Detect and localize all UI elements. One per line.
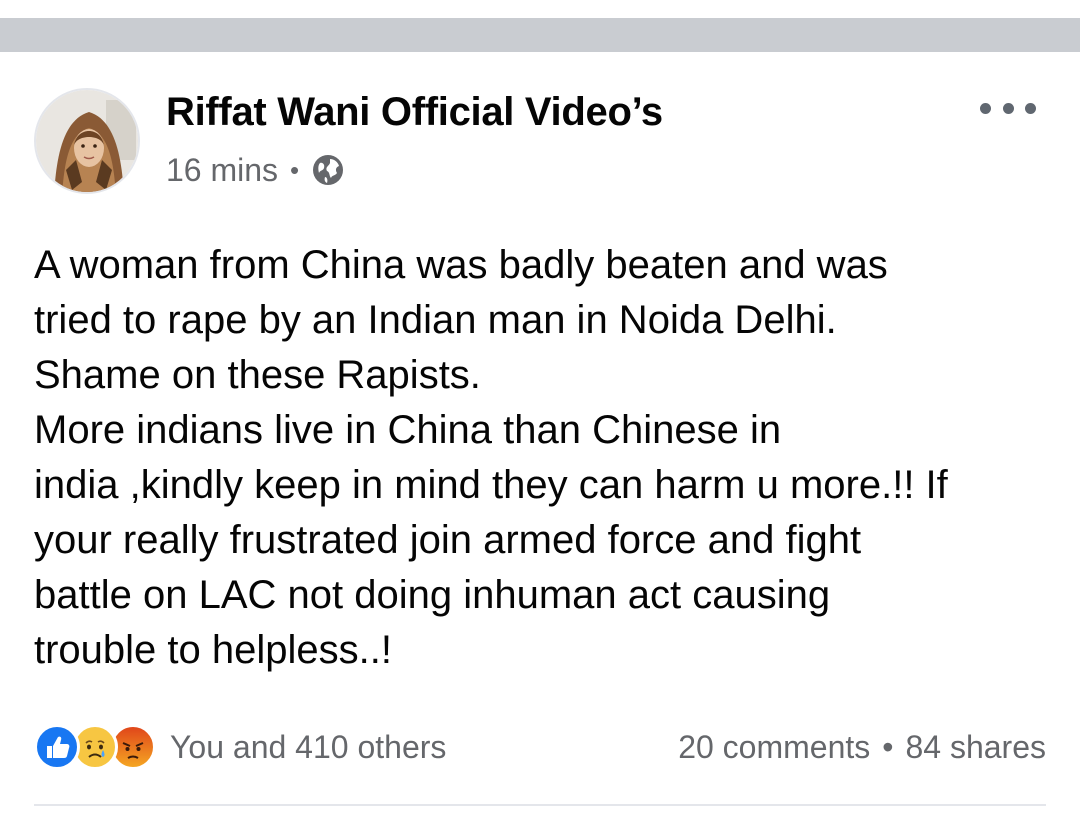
globe-icon[interactable] <box>311 153 345 187</box>
feed-separator <box>0 18 1080 52</box>
status-area <box>0 0 1080 18</box>
post-text-line: More indians live in China than Chinese … <box>34 408 782 452</box>
post-text-line: tried to rape by an Indian man in Noida … <box>34 298 837 342</box>
like-reaction-icon <box>34 724 80 770</box>
avatar-image <box>36 90 138 192</box>
post-body-text: A woman from China was badly beaten and … <box>34 238 1054 678</box>
post-text-line: battle on LAC not doing inhuman act caus… <box>34 573 831 617</box>
comments-count[interactable]: 20 comments <box>678 729 870 766</box>
post-text-line: your really frustrated join armed force … <box>34 518 862 562</box>
reactions-summary[interactable]: You and 410 others <box>34 722 446 772</box>
post-footer-divider <box>34 804 1046 806</box>
more-dot <box>1025 102 1036 114</box>
post-author-name[interactable]: Riffat Wani Official Video’s <box>166 90 663 135</box>
reaction-count[interactable]: You and 410 others <box>170 729 446 766</box>
engagement-stats: 20 comments • 84 shares <box>678 722 1046 772</box>
stats-separator: • <box>882 728 894 765</box>
post-meta: 16 mins • <box>166 150 345 190</box>
post-text-line: Shame on these Rapists. <box>34 353 481 397</box>
feed-post: Riffat Wani Official Video’s 16 mins • A… <box>0 52 1080 817</box>
post-text-line: india ,kindly keep in mind they can harm… <box>34 463 948 507</box>
more-dot <box>980 102 991 114</box>
post-text-line: A woman from China was badly beaten and … <box>34 243 888 287</box>
meta-separator: • <box>290 155 300 185</box>
post-timestamp[interactable]: 16 mins <box>166 152 278 189</box>
reaction-icons <box>34 724 156 770</box>
post-text-line: trouble to helpless..! <box>34 628 392 672</box>
shares-count[interactable]: 84 shares <box>905 729 1046 766</box>
avatar[interactable] <box>34 88 140 194</box>
more-dot <box>1002 102 1014 114</box>
more-options-button[interactable] <box>980 94 1036 122</box>
